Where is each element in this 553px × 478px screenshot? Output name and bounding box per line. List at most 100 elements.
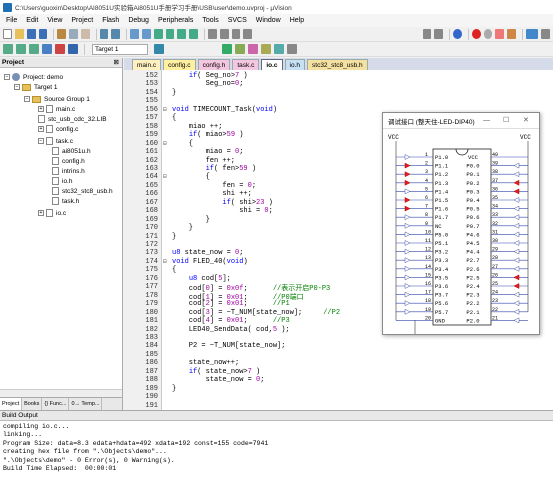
editor-tab-config-h[interactable]: config.h — [197, 59, 231, 70]
menu-window[interactable]: Window — [256, 17, 281, 24]
batch-build-icon[interactable] — [42, 44, 52, 54]
menu-debug[interactable]: Debug — [128, 17, 149, 24]
pack-installer-icon[interactable] — [248, 44, 258, 54]
cut-icon[interactable] — [57, 29, 67, 39]
close-icon[interactable]: ✕ — [523, 116, 529, 124]
breakpoint-disable-icon[interactable] — [483, 29, 493, 39]
comment-icon[interactable] — [231, 29, 241, 39]
close-icon[interactable]: ⊠ — [114, 58, 119, 68]
redo-icon[interactable] — [111, 29, 121, 39]
nav-back-icon[interactable] — [130, 29, 139, 39]
editor-tab-stc32-stc8-usb-h[interactable]: stc32_stc8_usb.h — [307, 59, 368, 70]
tree-item[interactable]: − Source Group 1 — [24, 94, 90, 104]
tree-item[interactable]: + config.c — [38, 124, 78, 134]
window-layout-icon[interactable] — [525, 29, 539, 39]
editor-tab-config-c[interactable]: config.c — [163, 59, 196, 70]
tree-item[interactable]: stc32_stc8_usb.h — [52, 186, 113, 196]
breakpoint-icon[interactable] — [471, 29, 481, 39]
collapse-icon[interactable]: − — [38, 138, 44, 144]
undo-icon[interactable] — [99, 29, 109, 39]
stop-build-icon[interactable] — [55, 44, 65, 54]
menu-tools[interactable]: Tools — [202, 17, 218, 24]
tree-item[interactable]: io.h — [52, 176, 72, 186]
minimize-icon[interactable]: — — [483, 117, 490, 124]
translate-icon[interactable] — [3, 44, 13, 54]
menu-view[interactable]: View — [47, 17, 62, 24]
fold-icon[interactable]: ⊟ — [163, 140, 169, 147]
line-number: 163 — [145, 164, 158, 173]
configure-icon[interactable] — [541, 29, 551, 39]
copy-icon[interactable] — [69, 29, 78, 39]
fold-icon[interactable]: ⊟ — [163, 258, 169, 265]
target-select[interactable]: Target 1 — [92, 43, 148, 55]
collapse-icon[interactable]: − — [14, 84, 20, 90]
tree-item[interactable]: + io.c — [38, 208, 66, 218]
menu-help[interactable]: Help — [290, 17, 304, 24]
editor-tab-main-c[interactable]: main.c — [132, 59, 162, 70]
bookmark-clear-icon[interactable] — [189, 29, 199, 39]
panel-tab-1[interactable]: Books — [22, 398, 43, 410]
left-pin-label: P1.2 — [435, 171, 448, 178]
indent-icon[interactable] — [207, 29, 217, 39]
project-items-icon[interactable] — [235, 44, 245, 54]
project-panel: Project ⊠ − Project: demo − Target 1 − Source… — [0, 58, 123, 410]
build-icon[interactable] — [16, 44, 26, 54]
insert-tracepoint-icon[interactable] — [507, 29, 516, 39]
horizontal-scrollbar[interactable] — [0, 389, 122, 397]
debug-start-icon[interactable] — [453, 29, 462, 39]
bookmark-next-icon[interactable] — [177, 29, 187, 39]
tree-item[interactable]: task.h — [52, 196, 79, 206]
save-icon[interactable] — [26, 29, 36, 39]
left-pin-label: GND — [435, 317, 446, 324]
download-icon[interactable] — [68, 44, 78, 54]
expand-icon[interactable]: + — [38, 126, 44, 132]
tree-item[interactable]: intrins.h — [52, 166, 85, 176]
tree-item[interactable]: − Project: demo — [4, 72, 63, 82]
editor-tab-task-c[interactable]: task.c — [232, 59, 260, 70]
menu-project[interactable]: Project — [71, 17, 93, 24]
menu-flash[interactable]: Flash — [102, 17, 119, 24]
tree-item[interactable]: stc_usb_cdc_32.LIB — [38, 114, 107, 124]
save-all-icon[interactable] — [38, 29, 48, 39]
tree-item[interactable]: config.h — [52, 156, 85, 166]
runtime-env-icon[interactable] — [274, 44, 284, 54]
tree-item[interactable]: − Target 1 — [14, 82, 58, 92]
tree-item[interactable]: ai8051u.h — [52, 146, 91, 156]
tree-item[interactable]: − task.c — [38, 136, 73, 146]
right-pin-number: 29 — [492, 247, 498, 253]
unindent-icon[interactable] — [219, 29, 229, 39]
rebuild-icon[interactable] — [29, 44, 39, 54]
nav-forward-icon[interactable] — [141, 29, 151, 39]
collapse-icon[interactable]: − — [4, 74, 10, 80]
maximize-icon[interactable]: ☐ — [503, 116, 509, 124]
editor-tab-io-c[interactable]: io.c — [261, 59, 283, 70]
expand-icon[interactable]: + — [38, 210, 44, 216]
uncomment-icon[interactable] — [243, 29, 253, 39]
open-folder-icon[interactable] — [15, 29, 24, 39]
bookmark-prev-icon[interactable] — [165, 29, 175, 39]
target-options-icon[interactable] — [154, 44, 164, 54]
fold-icon[interactable]: ⊟ — [163, 106, 169, 113]
expand-icon[interactable]: + — [38, 106, 44, 112]
panel-tab-0[interactable]: Project — [0, 398, 23, 410]
find-icon[interactable] — [422, 29, 432, 39]
find-in-files-icon[interactable] — [434, 29, 444, 39]
panel-tab-3[interactable]: 0→ Temp... — [69, 398, 103, 410]
breakpoint-kill-icon[interactable] — [495, 29, 505, 39]
manage-components-icon[interactable] — [222, 44, 232, 54]
menu-file[interactable]: File — [6, 17, 17, 24]
paste-icon[interactable] — [80, 29, 90, 39]
menu-edit[interactable]: Edit — [26, 17, 38, 24]
select-software-icon[interactable] — [261, 44, 271, 54]
panel-tab-2[interactable]: {} Func... — [42, 398, 70, 410]
bookmark-icon[interactable] — [153, 29, 163, 39]
new-file-icon[interactable] — [3, 29, 13, 39]
collapse-icon[interactable]: − — [24, 96, 30, 102]
tree-item[interactable]: + main.c — [38, 104, 75, 114]
right-pin-number: 31 — [492, 229, 498, 235]
fold-icon[interactable]: ⊟ — [163, 173, 169, 180]
options-icon[interactable] — [287, 44, 297, 54]
menu-peripherals[interactable]: Peripherals — [158, 17, 193, 24]
editor-tab-io-h[interactable]: io.h — [284, 59, 306, 70]
menu-svcs[interactable]: SVCS — [228, 17, 247, 24]
